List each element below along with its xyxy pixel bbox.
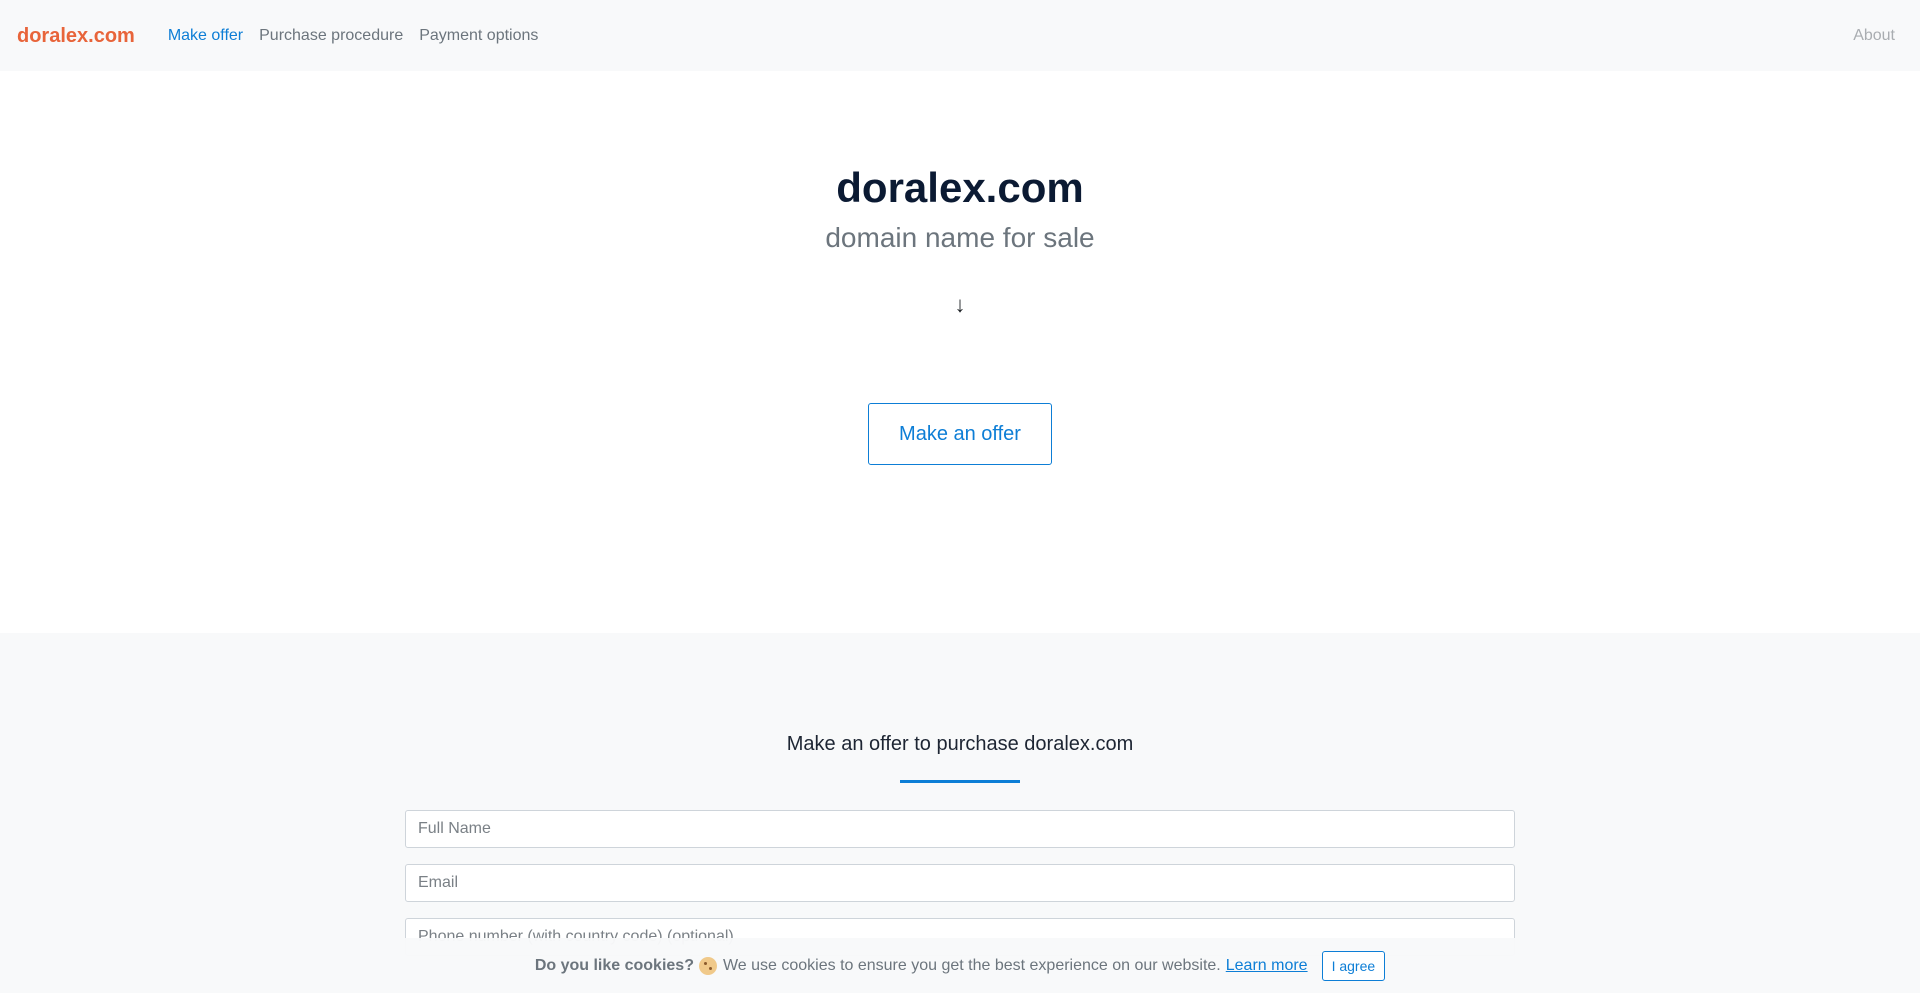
hero-subtitle: domain name for sale	[825, 222, 1095, 253]
form-title: Make an offer to purchase doralex.com	[786, 733, 1134, 755]
cookie-message: We use cookies to ensure you get the bes…	[722, 956, 1221, 974]
hero-title: doralex.com	[836, 164, 1084, 211]
nav-link-about[interactable]: About	[1853, 27, 1895, 44]
arrow-down-icon: ↓	[954, 292, 966, 317]
agree-button[interactable]: I agree	[1321, 950, 1386, 981]
email-input[interactable]	[405, 864, 1515, 902]
nav-link-make-offer[interactable]: Make offer	[168, 27, 243, 44]
cookie-icon	[698, 956, 717, 975]
hero-section: doralex.com domain name for sale ↓ Make …	[0, 71, 1920, 633]
nav-link-purchase-procedure[interactable]: Purchase procedure	[259, 27, 403, 44]
full-name-input[interactable]	[405, 810, 1515, 848]
top-navbar: doralex.com Make offer Purchase procedur…	[0, 0, 1920, 71]
learn-more-link[interactable]: Learn more	[1226, 957, 1308, 975]
brand-link[interactable]: doralex.com	[17, 26, 135, 46]
cookie-banner: Do you like cookies? We use cookies to e…	[0, 938, 1920, 993]
cookie-question: Do you like cookies?	[534, 956, 694, 974]
nav-link-payment-options[interactable]: Payment options	[419, 27, 538, 44]
make-an-offer-button[interactable]: Make an offer	[868, 403, 1052, 465]
form-title-underline	[900, 780, 1020, 783]
